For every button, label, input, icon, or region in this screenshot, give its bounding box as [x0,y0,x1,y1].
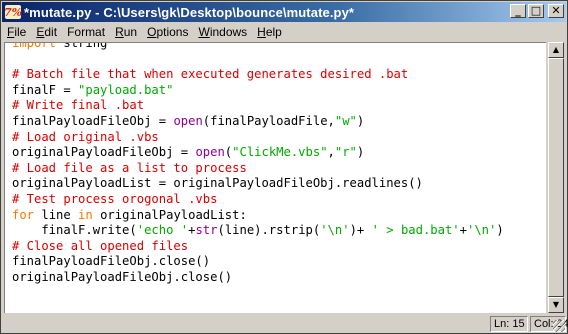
code-token: ) [356,145,365,160]
menu-options[interactable]: Options [142,25,193,39]
code-line: originalPayloadFileObj.close() [12,270,504,286]
scroll-up-arrow-icon[interactable]: ▲ [548,42,564,58]
code-token: '\n' [467,223,497,238]
code-token: for [12,207,35,222]
menu-file[interactable]: File [2,25,31,39]
menu-accelerator: H [257,25,266,39]
code-token: originalPayloadList: [92,207,247,222]
menu-windows[interactable]: Windows [193,25,252,39]
code-token: originalPayloadList = originalPayloadFil… [12,176,423,191]
scrollbar-thumb[interactable] [548,58,564,297]
code-token: "payload.bat" [78,82,174,97]
resize-grip-icon[interactable] [553,320,565,332]
maximize-button[interactable]: □ [528,4,544,18]
menu-bar: File Edit Format Run Options Windows Help [2,23,566,41]
status-bar: Ln: 15 Col: 24 [2,314,568,333]
code-line: finalF.write('echo '+str(line).rstrip('\… [12,223,504,239]
code-token: str [195,223,218,238]
code-token: finalF.write( [12,223,137,238]
title-bar[interactable]: 7% *mutate.py - C:\Users\gk\Desktop\boun… [2,2,566,22]
code-token: '\n' [320,223,350,238]
code-line: originalPayloadList = originalPayloadFil… [12,176,504,192]
code-token: string [56,42,108,50]
code-line: finalPayloadFileObj.close() [12,254,504,270]
code-token: finalF = [12,82,79,97]
python-idle-icon[interactable]: 7% [4,5,22,19]
menu-label: indows [209,25,248,39]
code-line: # Load original .vbs [12,130,504,146]
code-line: # Close all opened files [12,239,504,255]
menu-label: elp [265,25,282,39]
code-line: finalF = "payload.bat" [12,83,504,99]
code-token: open [173,113,203,128]
code-token: "ClickMe.vbs" [232,145,328,160]
menu-accelerator: W [198,25,210,39]
code-token: + [459,223,467,238]
code-token: ' > bad.bat' [371,223,460,238]
code-token: , [327,145,335,160]
line-number-status: Ln: 15 [490,316,528,332]
menu-label: ptions [156,25,189,39]
code-token: ) [496,223,504,238]
code-line: for line in originalPayloadList: [12,208,504,224]
code-token: # Close all opened files [12,238,189,253]
code-token: # Test process orogonal .vbs [12,191,218,206]
menu-label: ile [14,25,27,39]
menu-label: dit [44,25,58,39]
menu-edit[interactable]: Edit [31,25,62,39]
code-token: finalPayloadFileObj = [12,113,174,128]
code-text[interactable]: import string # Batch file that when exe… [12,42,504,286]
code-line: # Batch file that when executed generate… [12,67,504,83]
code-token: )+ [349,223,372,238]
scroll-down-arrow-icon[interactable]: ▼ [548,297,564,313]
vertical-scrollbar[interactable]: ▲ ▼ [547,42,564,313]
code-line: originalPayloadFileObj = open("ClickMe.v… [12,145,504,161]
window-controls: _ □ ✕ [510,4,564,18]
code-line: finalPayloadFileObj = open(finalPayloadF… [12,114,504,130]
menu-accelerator: R [115,25,124,39]
idle-window: 7% *mutate.py - C:\Users\gk\Desktop\boun… [0,0,568,334]
code-line: # Load file as a list to process [12,161,504,177]
code-token: line [34,207,79,222]
code-token: import [12,42,57,50]
code-token: # Load file as a list to process [12,160,247,175]
menu-format[interactable]: Format [62,25,110,39]
close-button[interactable]: ✕ [548,4,564,18]
code-token: (finalPayloadFile, [202,113,335,128]
code-line: # Test process orogonal .vbs [12,192,504,208]
code-token: # Batch file that when executed generate… [12,67,409,82]
code-token: # Write final .bat [12,98,145,113]
code-token: (line).rstrip( [217,223,321,238]
code-token: # Load original .vbs [12,129,159,144]
code-line: # Write final .bat [12,98,504,114]
code-token: originalPayloadFileObj.close() [12,269,233,284]
window-title: *mutate.py - C:\Users\gk\Desktop\bounce\… [24,4,355,20]
code-editor[interactable]: import string # Batch file that when exe… [4,42,546,313]
code-token: "w" [334,113,357,128]
code-token: originalPayloadFileObj = [12,145,196,160]
code-token: "r" [334,145,357,160]
code-token: ) [356,113,365,128]
minimize-button[interactable]: _ [510,4,526,18]
code-line: import string [12,42,504,52]
code-token: open [195,145,225,160]
menu-label: Format [67,25,106,39]
code-token: in [78,207,93,222]
code-token: finalPayloadFileObj.close() [12,254,211,269]
menu-label: un [123,25,138,39]
menu-help[interactable]: Help [252,25,287,39]
code-token: 'echo ' [136,223,189,238]
menu-run[interactable]: Run [110,25,142,39]
